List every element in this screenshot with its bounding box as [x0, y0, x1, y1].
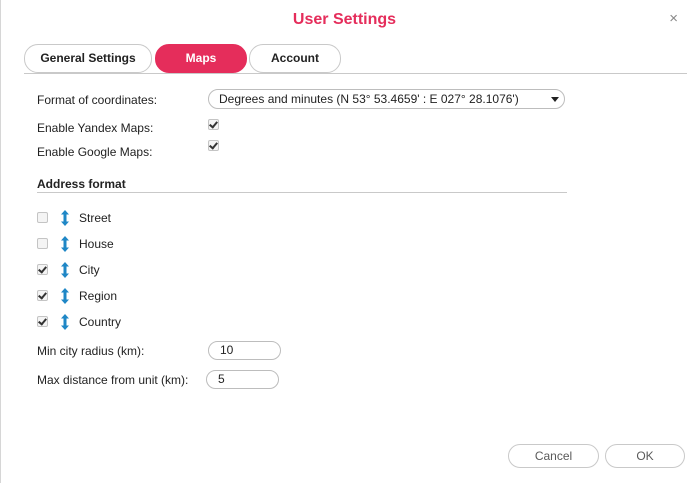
house-label: House	[79, 237, 114, 251]
yandex-maps-label: Enable Yandex Maps:	[37, 121, 154, 135]
coords-format-select[interactable]: Degrees and minutes (N 53° 53.4659' : E …	[208, 89, 565, 109]
street-label: Street	[79, 211, 112, 225]
street-checkbox[interactable]	[37, 212, 48, 223]
coords-format-label: Format of coordinates:	[37, 93, 158, 107]
move-vertical-icon[interactable]	[60, 288, 70, 304]
close-icon[interactable]: ×	[669, 11, 678, 27]
tab-general-settings[interactable]: General Settings	[24, 44, 152, 73]
tab-account[interactable]: Account	[249, 44, 341, 73]
tab-maps[interactable]: Maps	[155, 44, 247, 73]
address-format-title: Address format	[37, 177, 126, 191]
move-vertical-icon[interactable]	[60, 236, 70, 252]
move-vertical-icon[interactable]	[60, 210, 70, 226]
house-checkbox[interactable]	[37, 238, 48, 249]
country-label: Country	[79, 315, 122, 329]
region-checkbox[interactable]	[37, 290, 48, 301]
max-distance-input[interactable]: 5	[206, 370, 279, 389]
region-label: Region	[79, 289, 118, 303]
chevron-down-icon	[551, 97, 559, 102]
section-divider	[37, 192, 567, 193]
max-distance-label: Max distance from unit (km):	[37, 373, 189, 387]
user-settings-dialog: User Settings × General Settings Maps Ac…	[0, 0, 687, 483]
min-city-radius-label: Min city radius (km):	[37, 344, 145, 358]
google-maps-checkbox[interactable]	[208, 140, 219, 151]
country-checkbox[interactable]	[37, 316, 48, 327]
move-vertical-icon[interactable]	[60, 262, 70, 278]
ok-button[interactable]: OK	[605, 444, 685, 468]
google-maps-label: Enable Google Maps:	[37, 145, 153, 159]
dialog-title: User Settings	[292, 11, 397, 28]
city-checkbox[interactable]	[37, 264, 48, 275]
tab-divider	[24, 73, 687, 74]
min-city-radius-input[interactable]: 10	[208, 341, 281, 360]
yandex-maps-checkbox[interactable]	[208, 119, 219, 130]
city-label: City	[79, 263, 100, 277]
coords-format-value: Degrees and minutes (N 53° 53.4659' : E …	[219, 92, 519, 106]
cancel-button[interactable]: Cancel	[508, 444, 599, 468]
move-vertical-icon[interactable]	[60, 314, 70, 330]
